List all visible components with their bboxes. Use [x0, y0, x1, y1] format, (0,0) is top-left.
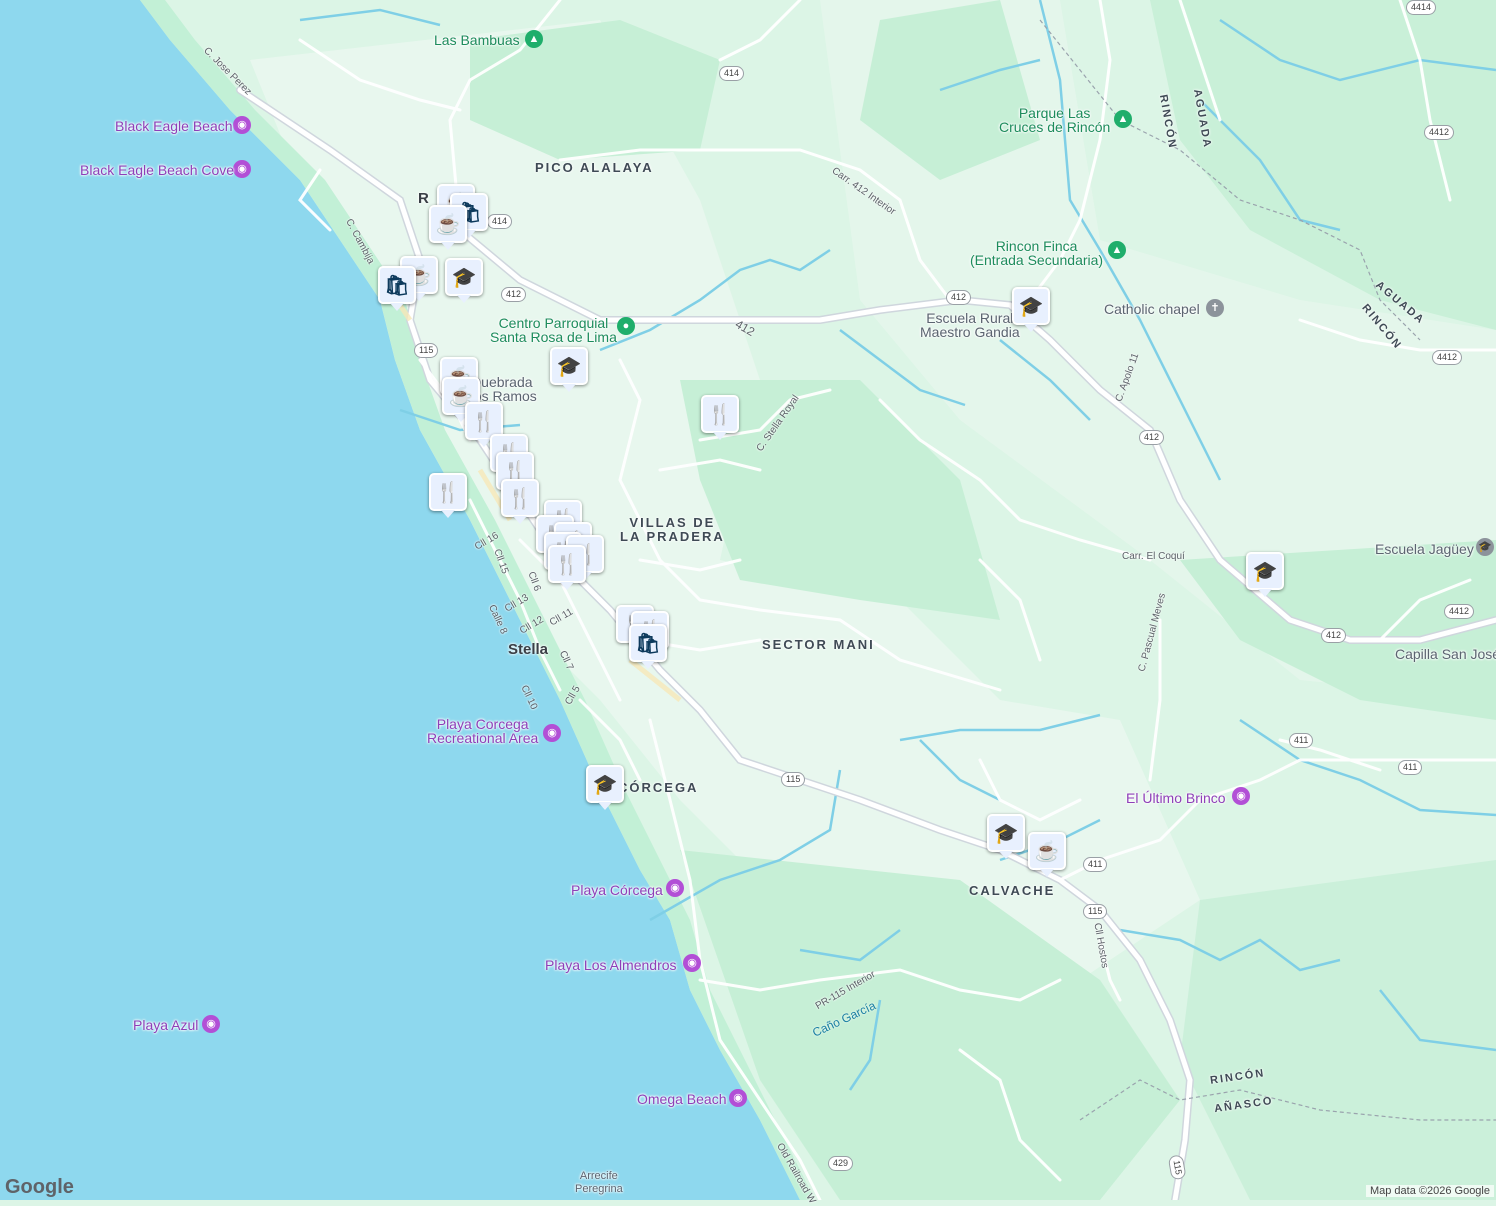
route-shield: 412 [1139, 430, 1165, 445]
route-shield: 115 [781, 772, 806, 787]
marker-school-icon[interactable]: 🎓 [445, 258, 483, 303]
route-shield: 412 [946, 290, 972, 305]
google-logo: Google [5, 1176, 74, 1198]
town-stella: Stella [508, 641, 549, 658]
poi-rincon-finca[interactable]: Rincon Finca (Entrada Secundaria) [970, 239, 1103, 267]
route-shield: 414 [487, 214, 513, 229]
street-coqui: Carr. El Coquí [1122, 551, 1185, 562]
marker-coffee-icon[interactable]: ☕ [429, 205, 467, 250]
town-rincon: R [418, 190, 429, 207]
poi-escuela-rural[interactable]: Escuela Rural Maestro Gandia [920, 311, 1020, 339]
marker-school-icon[interactable]: 🎓 [987, 814, 1025, 859]
park-icon[interactable]: ▲ [525, 30, 543, 48]
park-icon[interactable]: ▲ [1114, 110, 1132, 128]
area-corcega: CÓRCEGA [618, 780, 699, 795]
marker-fork-knife-icon[interactable]: 🍴 [429, 473, 467, 518]
camera-icon[interactable]: ◉ [1232, 787, 1250, 805]
area-pico-alalaya: PICO ALALAYA [535, 160, 654, 175]
poi-catholic-chapel[interactable]: Catholic chapel [1104, 302, 1200, 316]
park-icon[interactable]: ▲ [1108, 241, 1126, 259]
camera-icon[interactable]: ◉ [683, 954, 701, 972]
camera-icon[interactable]: ◉ [543, 724, 561, 742]
poi-playa-azul[interactable]: Playa Azul [133, 1017, 198, 1033]
poi-arrecife: Arrecife Peregrina [575, 1170, 623, 1195]
marker-shopping-bag-icon[interactable]: 🛍 [378, 266, 416, 311]
camera-icon[interactable]: ◉ [233, 160, 251, 178]
route-shield: 115 [414, 343, 439, 358]
poi-black-eagle-beach-cove[interactable]: Black Eagle Beach Cove [80, 162, 234, 178]
poi-capilla-san-jose[interactable]: Capilla San José [1395, 647, 1496, 661]
poi-centro-parroquial[interactable]: Centro Parroquial Santa Rosa de Lima [490, 316, 617, 344]
map-canvas[interactable] [0, 0, 1496, 1200]
poi-playa-corcega-rec[interactable]: Playa Corcega Recreational Area [427, 717, 538, 745]
poi-el-ultimo-brinco[interactable]: El Último Brinco [1126, 790, 1226, 806]
route-shield: 412 [501, 287, 527, 302]
school-dot-icon[interactable]: 🎓 [1476, 538, 1494, 556]
poi-playa-los-almendros[interactable]: Playa Los Almendros [545, 957, 677, 973]
area-villas-pradera: VILLAS DE LA PRADERA [620, 515, 725, 544]
area-calvache: CALVACHE [969, 883, 1056, 898]
poi-parque-las-cruces[interactable]: Parque Las Cruces de Rincón [999, 106, 1110, 134]
route-shield: 4414 [1406, 0, 1437, 15]
marker-fork-knife-icon[interactable]: 🍴 [701, 395, 739, 440]
camera-icon[interactable]: ◉ [233, 116, 251, 134]
marker-school-icon[interactable]: 🎓 [1246, 552, 1284, 597]
marker-fork-knife-icon[interactable]: 🍴 [501, 479, 539, 524]
route-shield: 414 [719, 66, 745, 81]
cross-icon[interactable]: ✝ [1206, 299, 1224, 317]
camera-icon[interactable]: ◉ [729, 1089, 747, 1107]
marker-fork-knife-icon[interactable]: 🍴 [548, 545, 586, 590]
route-shield: 412 [1321, 628, 1347, 643]
route-shield: 115 [1083, 904, 1108, 919]
route-shield: 4412 [1432, 350, 1463, 365]
route-shield: 411 [1289, 733, 1314, 748]
marker-shopping-bag-icon[interactable]: 🛍 [629, 624, 667, 669]
poi-escuela-jaguey[interactable]: Escuela Jagüey [1375, 542, 1474, 556]
route-shield: 411 [1398, 760, 1423, 775]
marker-school-icon[interactable]: 🎓 [586, 765, 624, 810]
marker-school-icon[interactable]: 🎓 [1012, 287, 1050, 332]
route-shield: 429 [828, 1156, 854, 1171]
marker-school-icon[interactable]: 🎓 [550, 347, 588, 392]
poi-black-eagle-beach[interactable]: Black Eagle Beach [115, 118, 233, 134]
marker-coffee-icon[interactable]: ☕ [1028, 832, 1066, 877]
poi-las-bambuas[interactable]: Las Bambuas [434, 33, 520, 47]
camera-icon[interactable]: ◉ [202, 1015, 220, 1033]
map-attribution[interactable]: Map data ©2026 Google [1365, 1185, 1494, 1197]
poi-omega-beach[interactable]: Omega Beach [637, 1091, 727, 1107]
camera-icon[interactable]: ◉ [666, 879, 684, 897]
place-icon[interactable]: ● [617, 317, 635, 335]
poi-playa-corcega[interactable]: Playa Córcega [571, 882, 663, 898]
route-shield: 4412 [1424, 125, 1455, 140]
route-shield: 411 [1083, 857, 1108, 872]
area-sector-mani: SECTOR MANI [762, 637, 875, 652]
route-shield: 4412 [1444, 604, 1475, 619]
